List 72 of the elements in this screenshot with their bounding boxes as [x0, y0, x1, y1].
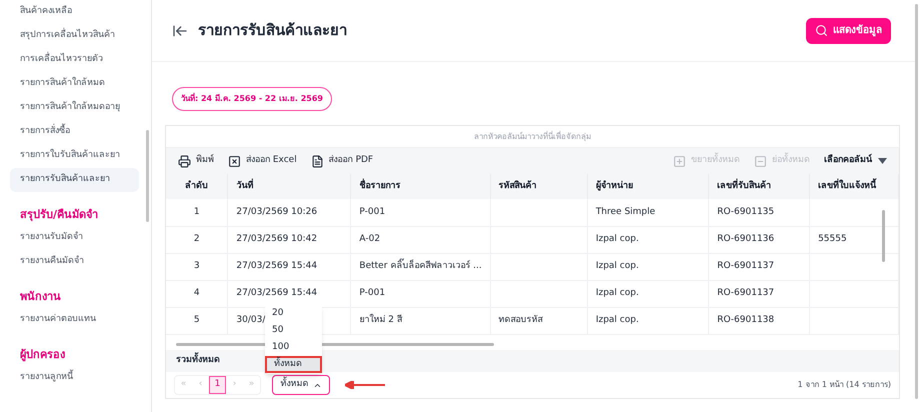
scrollbar-thumb[interactable] [882, 210, 885, 262]
table-cell: 2 [166, 226, 228, 253]
table-cell: Izpal cop. [587, 226, 709, 253]
table-cell: Better คลิ๊บล็อคสีฟลาวเวอร์ ... [350, 253, 490, 280]
sidebar-item[interactable]: รายการสั่งซื้อ [10, 120, 139, 144]
sidebar-item[interactable]: รายการสินค้าใกล้หมดอายุ [10, 96, 139, 120]
annotation-arrow [345, 381, 385, 389]
toolbar-button[interactable]: พิมพ์ [178, 154, 214, 168]
column-header[interactable]: เลขที่รับสินค้า [708, 174, 810, 199]
sidebar-item[interactable]: รายงานค่าตอบแทน [10, 308, 139, 332]
column-header[interactable]: ชื่อรายการ [350, 174, 490, 199]
total-label: รวมทั้งหมด [176, 354, 220, 368]
menu-option[interactable]: 100 [265, 339, 322, 356]
column-header[interactable]: วันที่ [228, 174, 351, 199]
table-cell: 27/03/2569 15:44 [228, 253, 351, 280]
expand-icon [673, 154, 686, 168]
table-cell: RO-6901137 [708, 253, 810, 280]
spreadsheet-icon [228, 154, 241, 168]
table-cell: 5 [166, 307, 228, 334]
table-cell: 1 [166, 199, 228, 226]
table-cell: RO-6901137 [708, 280, 810, 307]
table-cell: 3 [166, 253, 228, 280]
table-cell: RO-6901135 [708, 199, 810, 226]
sidebar-item[interactable]: รายงานคืนมัดจำ [10, 250, 139, 274]
table-cell: P-001 [350, 199, 490, 226]
document-icon [310, 154, 324, 168]
menu-option[interactable]: ทั้งหมด [265, 356, 322, 373]
sidebar-item[interactable]: รายการสินค้าใกล้หมด [10, 72, 139, 96]
column-header[interactable]: รหัสสินค้า [490, 174, 588, 199]
sidebar-heading: สรุปรับ/คืนมัดจำ [19, 206, 100, 224]
table-cell: A-02 [350, 226, 490, 253]
column-header[interactable]: เลขที่ใบแจ้งหนี้ [810, 174, 898, 199]
column-header[interactable]: ผู้จำหน่าย [587, 174, 709, 199]
table-cell: Izpal cop. [587, 280, 709, 307]
column-header[interactable]: ลำดับ [166, 174, 228, 199]
sidebar-item[interactable]: รายการใบรับสินค้าและยา [10, 144, 139, 168]
table-cell: ทดสอบรหัส [490, 307, 588, 334]
table-cell: 27/03/2569 10:42 [228, 226, 351, 253]
scrollbar-thumb[interactable] [915, 4, 918, 399]
table-cell: Izpal cop. [587, 307, 709, 334]
toolbar-button[interactable]: ส่งออก Excel [228, 154, 297, 168]
collapse-icon [754, 154, 767, 168]
page-summary: 1 จาก 1 หน้า (14 รายการ) [798, 379, 891, 391]
table-cell: 27/03/2569 10:26 [228, 199, 351, 226]
table-cell: P-001 [350, 280, 490, 307]
page-size-select[interactable]: ทั้งหมด [272, 375, 330, 395]
menu-option[interactable]: 20 [265, 305, 322, 322]
page-button[interactable]: 1 [209, 376, 226, 394]
search-icon [815, 24, 828, 37]
table-cell: ยาใหม่ 2 สี [350, 307, 490, 334]
sidebar-item[interactable]: สรุปการเคลื่อนไหวสินค้า [10, 24, 139, 48]
date-range-chip: วันที่: 24 มี.ค. 2569 - 22 เม.ย. 2569 [172, 87, 332, 111]
collapse-sidebar-icon[interactable] [172, 22, 188, 38]
sidebar-item[interactable]: สินค้าคงเหลือ [10, 0, 139, 24]
table-cell: Three Simple [587, 199, 709, 226]
toolbar-button[interactable]: ส่งออก PDF [310, 154, 374, 168]
printer-icon [178, 154, 191, 168]
caret-icon [878, 158, 887, 164]
show-data-button[interactable]: แสดงข้อมูล [806, 18, 891, 44]
table-cell: RO-6901138 [708, 307, 810, 334]
table-cell: RO-6901136 [708, 226, 810, 253]
table-cell: Izpal cop. [587, 253, 709, 280]
sidebar-item[interactable]: การเคลื่อนไหวรายตัว [10, 48, 139, 72]
sidebar-item[interactable]: รายการรับสินค้าและยา [10, 168, 139, 192]
column-chooser-button[interactable]: เลือกคอลัมน์ [824, 154, 887, 168]
sidebar-item[interactable]: รายงานลูกหนี้ [10, 366, 139, 390]
table-cell: 4 [166, 280, 228, 307]
page-title: รายการรับสินค้าและยา [198, 20, 347, 42]
sidebar-heading: พนักงาน [19, 288, 62, 305]
sidebar-item[interactable]: รายงานรับมัดจำ [10, 226, 139, 250]
scrollbar-thumb[interactable] [146, 130, 149, 222]
sidebar-heading: ผู้ปกครอง [19, 346, 66, 364]
